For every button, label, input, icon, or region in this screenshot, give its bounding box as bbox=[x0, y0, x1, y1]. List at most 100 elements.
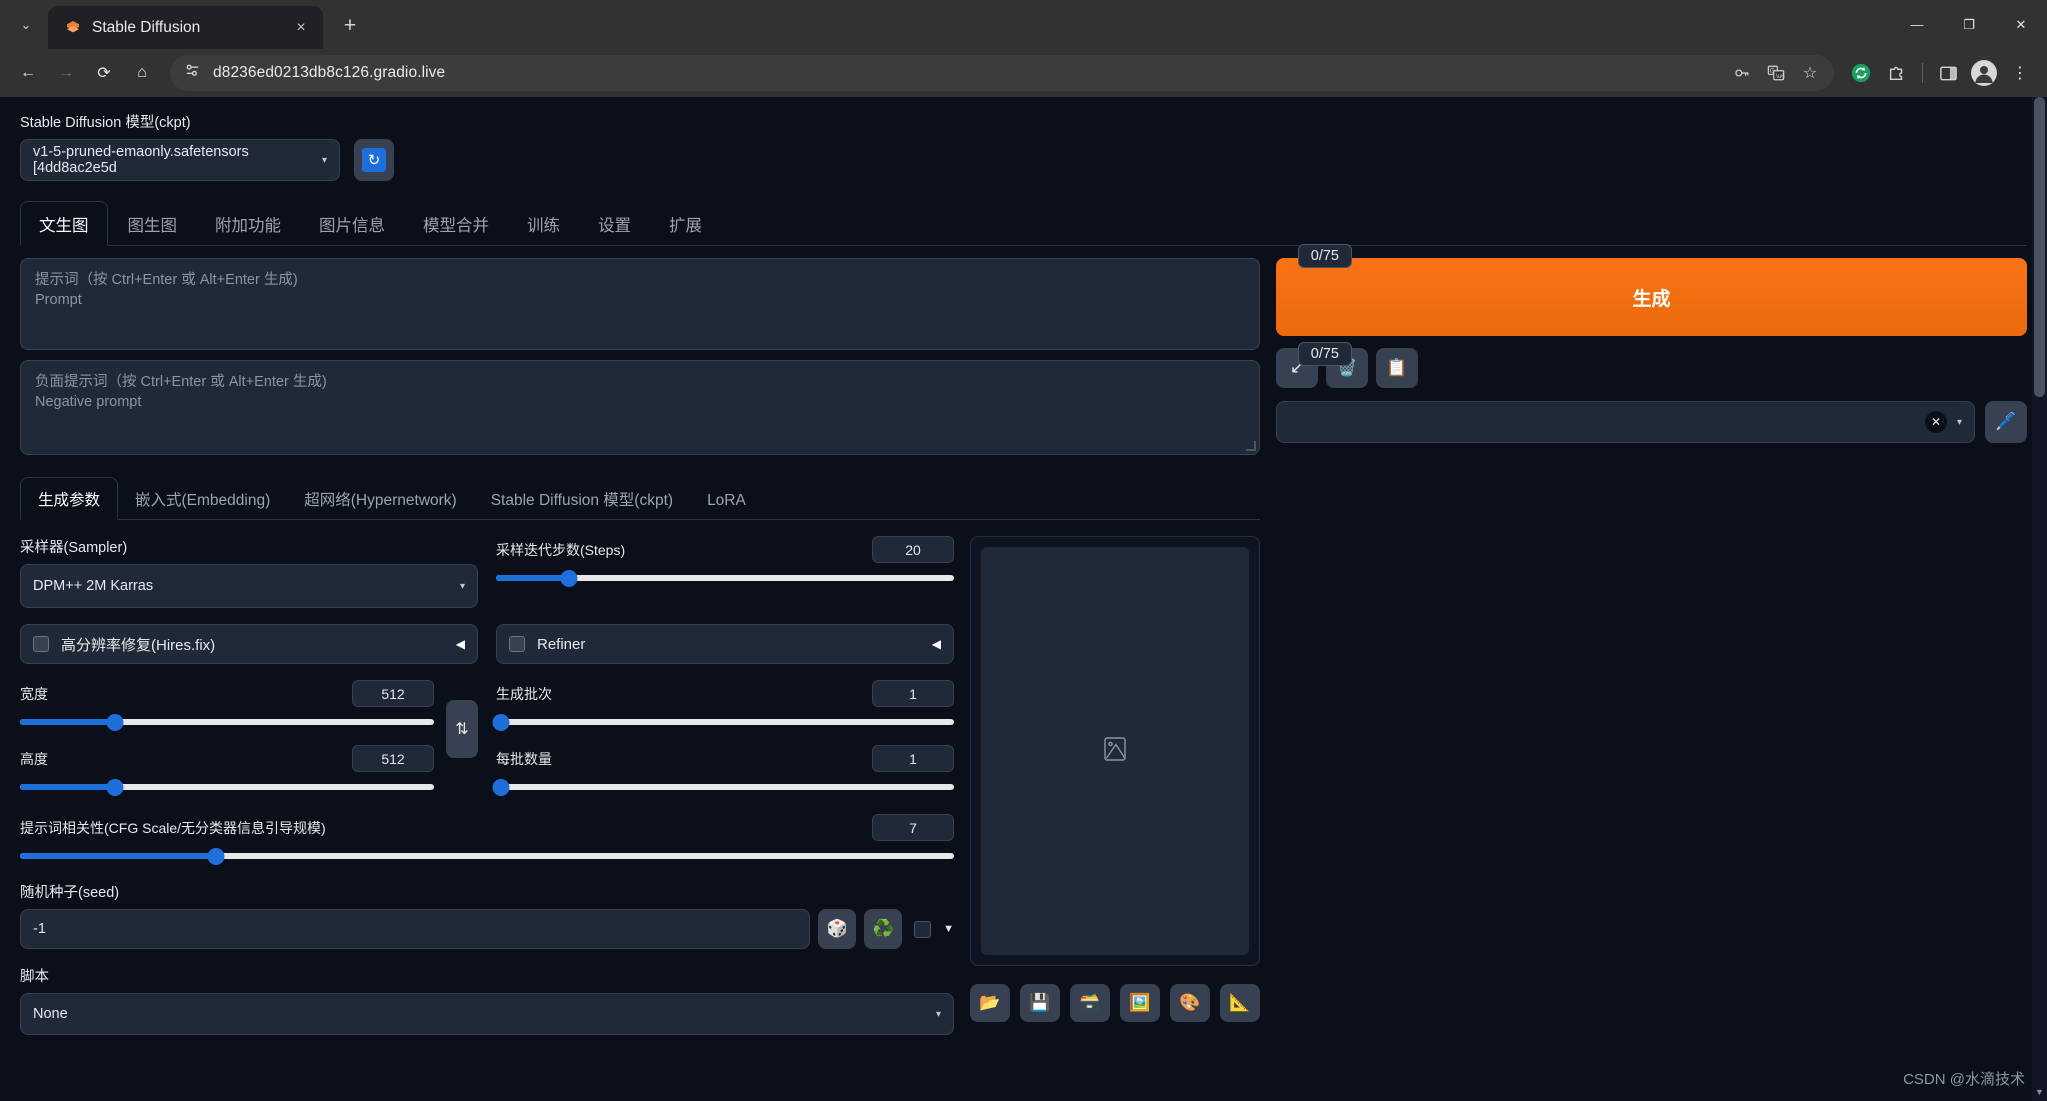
model-dropdown[interactable]: v1-5-pruned-emaonly.safetensors [4dd8ac2… bbox=[20, 139, 340, 181]
output-column: 📂 💾 🗃️ 🖼️ 🎨 📐 bbox=[970, 536, 1260, 1035]
page-settings-icon[interactable] bbox=[184, 62, 201, 84]
sync-icon[interactable] bbox=[1844, 56, 1878, 90]
main-tabs: 文生图 图生图 附加功能 图片信息 模型合并 训练 设置 扩展 bbox=[20, 201, 2027, 246]
bookmark-star-icon[interactable]: ☆ bbox=[1796, 59, 1824, 87]
height-slider[interactable] bbox=[20, 778, 434, 796]
steps-slider[interactable] bbox=[496, 569, 954, 587]
translate-icon[interactable]: G \u6587 bbox=[1762, 59, 1790, 87]
hires-fix-accordion[interactable]: 高分辨率修复(Hires.fix) ◀ bbox=[20, 624, 478, 664]
slider-fill bbox=[20, 784, 116, 790]
apply-style-button[interactable]: 📋 bbox=[1376, 348, 1418, 388]
chevron-down-icon[interactable]: ▼ bbox=[943, 923, 954, 935]
extensions-icon[interactable] bbox=[1880, 56, 1914, 90]
refiner-accordion[interactable]: Refiner ◀ bbox=[496, 624, 954, 664]
save-button[interactable]: 💾 bbox=[1020, 984, 1060, 1022]
tab-png-info[interactable]: 图片信息 bbox=[301, 202, 403, 245]
collapse-arrow-icon[interactable]: ◀ bbox=[456, 637, 465, 651]
cfg-scale-slider[interactable] bbox=[20, 847, 954, 865]
scroll-down-icon[interactable]: ▼ bbox=[2035, 1087, 2044, 1097]
tab-extras[interactable]: 附加功能 bbox=[197, 202, 299, 245]
hires-fix-checkbox[interactable] bbox=[33, 636, 49, 652]
tab-train[interactable]: 训练 bbox=[509, 202, 578, 245]
prompt-tools-row: ↙ 🗑️ 📋 bbox=[1276, 348, 2027, 388]
new-tab-button[interactable]: + bbox=[333, 9, 367, 43]
batch-size-slider[interactable] bbox=[492, 778, 954, 796]
tab-settings[interactable]: 设置 bbox=[580, 202, 649, 245]
cfg-scale-value[interactable]: 7 bbox=[872, 814, 954, 841]
subtab-embedding[interactable]: 嵌入式(Embedding) bbox=[118, 478, 287, 519]
browser-menu-icon[interactable]: ⋮ bbox=[2003, 56, 2037, 90]
scrollbar-thumb[interactable] bbox=[2034, 97, 2045, 397]
refresh-model-button[interactable]: ↻ bbox=[354, 139, 394, 181]
prompt-input[interactable]: 提示词（按 Ctrl+Enter 或 Alt+Enter 生成) Prompt bbox=[20, 258, 1260, 350]
send-to-inpaint-button[interactable]: 🎨 bbox=[1170, 984, 1210, 1022]
batch-count-value[interactable]: 1 bbox=[872, 680, 954, 707]
close-tab-icon[interactable]: × bbox=[289, 16, 313, 40]
slider-knob[interactable] bbox=[560, 569, 578, 587]
generate-button[interactable]: 生成 bbox=[1276, 258, 2027, 336]
minimize-icon[interactable]: — bbox=[1891, 0, 1943, 49]
reload-icon[interactable]: ⟳ bbox=[86, 55, 122, 91]
styles-dropdown[interactable]: ✕ ▾ bbox=[1276, 401, 1975, 443]
model-section: Stable Diffusion 模型(ckpt) v1-5-pruned-em… bbox=[20, 111, 2027, 181]
cfg-scale-label: 提示词相关性(CFG Scale/无分类器信息引导规模) bbox=[20, 819, 326, 836]
swap-dimensions-button[interactable]: ⇅ bbox=[446, 700, 478, 758]
subtab-generation-params[interactable]: 生成参数 bbox=[20, 477, 119, 520]
svg-text:\u6587: \u6587 bbox=[1776, 73, 1785, 80]
refresh-icon: ↻ bbox=[362, 148, 386, 172]
tab-list-button[interactable]: ⌄ bbox=[8, 7, 44, 43]
send-to-img2img-button[interactable]: 🖼️ bbox=[1120, 984, 1160, 1022]
collapse-arrow-icon[interactable]: ◀ bbox=[932, 637, 941, 651]
random-seed-button[interactable]: 🎲 bbox=[818, 909, 857, 949]
tab-checkpoint-merger[interactable]: 模型合并 bbox=[405, 202, 507, 245]
close-window-icon[interactable]: ✕ bbox=[1995, 0, 2047, 49]
resize-handle[interactable] bbox=[1246, 441, 1256, 451]
clear-styles-icon[interactable]: ✕ bbox=[1924, 411, 1947, 433]
script-dropdown[interactable]: None ▾ bbox=[20, 993, 954, 1035]
negative-prompt-placeholder-en: Negative prompt bbox=[35, 394, 142, 410]
save-zip-button[interactable]: 🗃️ bbox=[1070, 984, 1110, 1022]
back-icon[interactable]: ← bbox=[10, 55, 46, 91]
maximize-icon[interactable]: ❐ bbox=[1943, 0, 1995, 49]
width-slider[interactable] bbox=[20, 713, 434, 731]
extra-seed-checkbox[interactable] bbox=[914, 920, 932, 938]
steps-value[interactable]: 20 bbox=[872, 536, 954, 563]
password-key-icon[interactable] bbox=[1728, 59, 1756, 87]
subtab-lora[interactable]: LoRA bbox=[690, 482, 763, 519]
edit-styles-button[interactable]: 🖊️ bbox=[1985, 401, 2027, 443]
address-bar[interactable]: d8236ed0213db8c126.gradio.live G \u6587 … bbox=[170, 55, 1834, 91]
height-value[interactable]: 512 bbox=[352, 745, 434, 772]
refiner-label: Refiner bbox=[537, 635, 586, 653]
subtab-hypernetwork[interactable]: 超网络(Hypernetwork) bbox=[287, 478, 473, 519]
hires-fix-label: 高分辨率修复(Hires.fix) bbox=[61, 636, 216, 654]
image-gallery-placeholder[interactable] bbox=[981, 547, 1249, 955]
seed-input[interactable]: -1 bbox=[20, 909, 811, 949]
reuse-seed-button[interactable]: ♻️ bbox=[864, 909, 903, 949]
tab-img2img[interactable]: 图生图 bbox=[110, 202, 196, 245]
home-icon[interactable]: ⌂ bbox=[124, 55, 160, 91]
page-scrollbar[interactable]: ▲ ▼ bbox=[2032, 97, 2047, 1101]
chevron-down-icon[interactable]: ▾ bbox=[1957, 417, 1962, 428]
subtab-checkpoints[interactable]: Stable Diffusion 模型(ckpt) bbox=[474, 478, 690, 519]
sidebar-icon[interactable] bbox=[1931, 56, 1965, 90]
width-value[interactable]: 512 bbox=[352, 680, 434, 707]
width-height-block: 宽度 512 高度 512 ⇅ bbox=[20, 680, 478, 796]
negative-prompt-input[interactable]: 负面提示词（按 Ctrl+Enter 或 Alt+Enter 生成) Negat… bbox=[20, 360, 1260, 455]
batch-block: 生成批次 1 每批数量 1 bbox=[492, 680, 954, 796]
sampler-dropdown[interactable]: DPM++ 2M Karras ▾ bbox=[20, 564, 478, 608]
tab-txt2img[interactable]: 文生图 bbox=[20, 201, 108, 246]
batch-size-value[interactable]: 1 bbox=[872, 745, 954, 772]
tab-extensions[interactable]: 扩展 bbox=[651, 202, 720, 245]
batch-count-slider[interactable] bbox=[492, 713, 954, 731]
slider-knob[interactable] bbox=[492, 713, 510, 731]
browser-tab[interactable]: Stable Diffusion × bbox=[48, 6, 323, 49]
slider-knob[interactable] bbox=[106, 778, 124, 796]
open-folder-button[interactable]: 📂 bbox=[970, 984, 1010, 1022]
send-to-extras-button[interactable]: 📐 bbox=[1220, 984, 1260, 1022]
slider-knob[interactable] bbox=[207, 847, 225, 865]
avatar[interactable] bbox=[1967, 56, 2001, 90]
slider-knob[interactable] bbox=[106, 713, 124, 731]
forward-icon[interactable]: → bbox=[48, 55, 84, 91]
refiner-checkbox[interactable] bbox=[509, 636, 525, 652]
slider-knob[interactable] bbox=[492, 778, 510, 796]
